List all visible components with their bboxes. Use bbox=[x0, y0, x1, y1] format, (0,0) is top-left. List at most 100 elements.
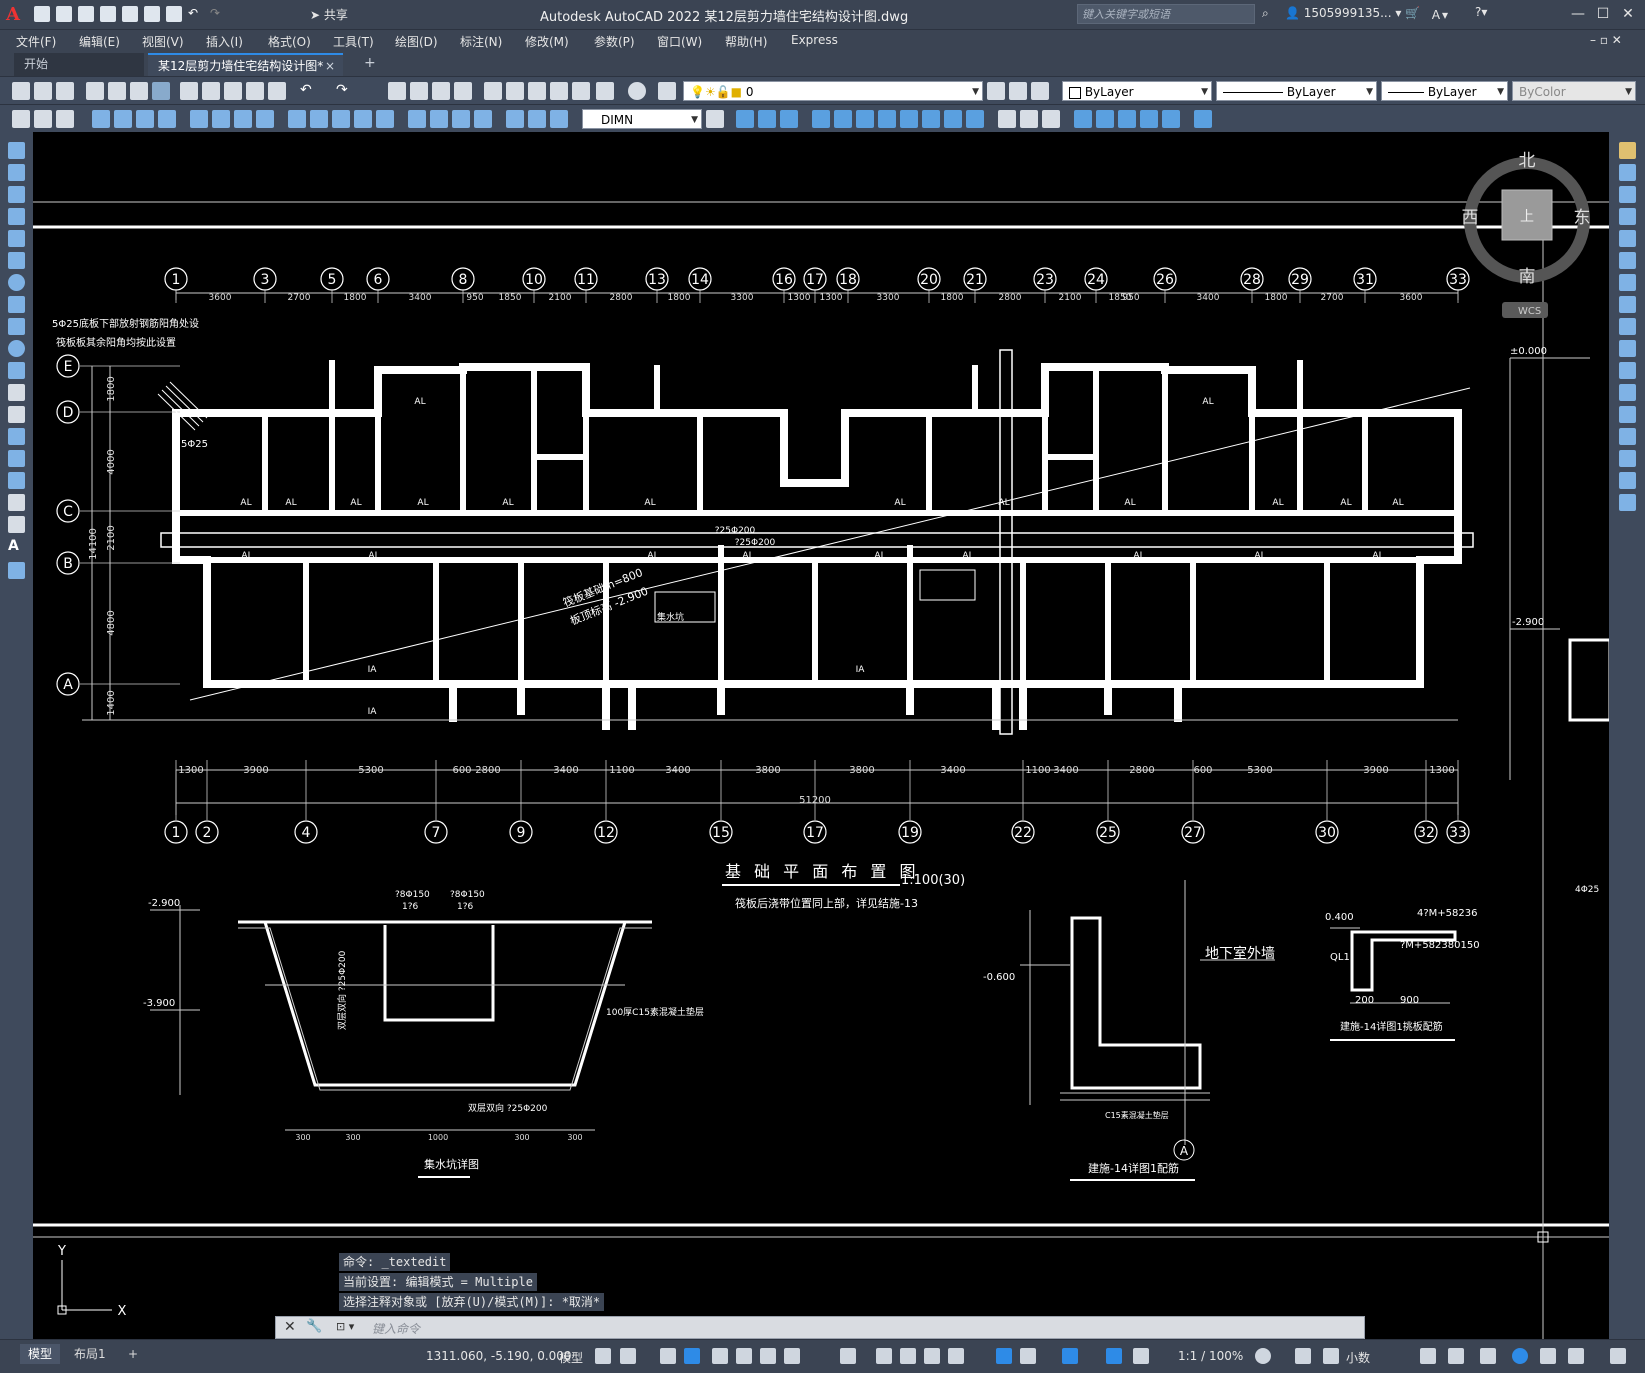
break-icon[interactable] bbox=[1619, 406, 1636, 423]
ordinate-dim-icon[interactable] bbox=[158, 110, 176, 128]
polar-tracking-icon[interactable] bbox=[736, 1348, 752, 1364]
block-editor-icon[interactable] bbox=[268, 82, 286, 100]
dim-style-manager-icon[interactable] bbox=[706, 110, 724, 128]
object-snap-tracking-icon[interactable] bbox=[784, 1348, 800, 1364]
tool-palettes-icon[interactable] bbox=[528, 82, 546, 100]
menu-modify[interactable]: 修改(M) bbox=[525, 33, 569, 50]
gradient-icon[interactable] bbox=[8, 472, 25, 489]
search-icon[interactable]: ⌕ bbox=[1262, 6, 1269, 21]
modify-lengthen-icon[interactable] bbox=[1118, 110, 1136, 128]
break-at-point-icon[interactable] bbox=[1619, 384, 1636, 401]
jogged-dim-icon[interactable] bbox=[212, 110, 230, 128]
save-icon[interactable] bbox=[78, 6, 94, 22]
clean-screen-icon[interactable] bbox=[1540, 1348, 1556, 1364]
annotation-monitor-icon[interactable] bbox=[1295, 1348, 1311, 1364]
3d-object-snap-icon[interactable] bbox=[948, 1348, 964, 1364]
make-block-icon[interactable] bbox=[8, 406, 25, 423]
isolate-objects-icon[interactable] bbox=[1480, 1348, 1496, 1364]
modify-offset-icon[interactable] bbox=[780, 110, 798, 128]
new-tab-button[interactable]: + bbox=[364, 55, 376, 71]
menu-insert[interactable]: 插入(I) bbox=[206, 33, 243, 50]
move-icon[interactable] bbox=[1619, 252, 1636, 269]
zoom-previous-icon[interactable] bbox=[454, 82, 472, 100]
layer-previous-icon[interactable] bbox=[1009, 82, 1027, 100]
search-input[interactable]: 键入关键字或短语 bbox=[1077, 4, 1255, 24]
quick-dim-icon[interactable] bbox=[288, 110, 306, 128]
cart-icon[interactable]: 🛒 bbox=[1405, 6, 1420, 20]
erase-icon[interactable] bbox=[1619, 142, 1636, 159]
print-icon[interactable] bbox=[166, 6, 182, 22]
viewcube-east[interactable]: 东 bbox=[1574, 208, 1591, 228]
modify-rotate-icon[interactable] bbox=[856, 110, 874, 128]
drawing-canvas[interactable]: 1 3 5 6 8 10 11 13 14 16 17 18 20 21 23 24 26 28 29 31 33 12… bbox=[33, 132, 1609, 1339]
menu-view[interactable]: 视图(V) bbox=[142, 33, 184, 50]
tab-close-icon[interactable]: × bbox=[325, 55, 335, 78]
plot-preview-icon[interactable] bbox=[108, 82, 126, 100]
insert-block-icon[interactable] bbox=[8, 384, 25, 401]
3d-dwf-icon[interactable] bbox=[152, 82, 170, 100]
layer-properties-icon[interactable] bbox=[658, 82, 676, 100]
lineweight-dropdown[interactable]: ByLayer ▼ bbox=[1381, 81, 1508, 101]
minimize-button[interactable]: — bbox=[1567, 4, 1589, 24]
plot-icon[interactable] bbox=[86, 82, 104, 100]
tab-model[interactable]: 模型 bbox=[20, 1344, 61, 1364]
workspace-gear-icon[interactable] bbox=[1255, 1348, 1271, 1364]
linetype-dropdown[interactable]: ByLayer ▼ bbox=[1216, 81, 1377, 101]
spline-icon[interactable] bbox=[8, 318, 25, 335]
paste-icon[interactable] bbox=[224, 82, 242, 100]
dim-style-icon[interactable] bbox=[12, 110, 30, 128]
publish-icon[interactable] bbox=[130, 82, 148, 100]
modify-hatch-edit-icon[interactable] bbox=[1194, 110, 1212, 128]
hardware-acceleration-icon[interactable] bbox=[1512, 1348, 1528, 1364]
color-dropdown[interactable]: ByLayer ▼ bbox=[1062, 81, 1212, 101]
open-web-icon[interactable] bbox=[122, 6, 138, 22]
viewcube-top[interactable]: 上 bbox=[1520, 209, 1534, 225]
viewcube-west[interactable]: 西 bbox=[1462, 208, 1479, 228]
tolerance-icon[interactable] bbox=[408, 110, 426, 128]
selection-filter-icon[interactable] bbox=[1020, 1348, 1036, 1364]
menu-help[interactable]: 帮助(H) bbox=[725, 33, 767, 50]
arc-icon[interactable] bbox=[8, 252, 25, 269]
pan-icon[interactable] bbox=[388, 82, 406, 100]
calculator-icon[interactable] bbox=[596, 82, 614, 100]
text-style-icon[interactable] bbox=[34, 110, 52, 128]
close-button[interactable]: ✕ bbox=[1617, 4, 1639, 24]
dimstyle-dropdown[interactable]: DIMN ▼ bbox=[582, 109, 702, 129]
modify-fillet-icon[interactable] bbox=[1042, 110, 1060, 128]
menu-window[interactable]: 窗口(W) bbox=[657, 33, 702, 50]
isometric-drafting-icon[interactable] bbox=[760, 1348, 776, 1364]
modify-mirror-icon[interactable] bbox=[758, 110, 776, 128]
modify-array-icon[interactable] bbox=[812, 110, 830, 128]
modify-chamfer-icon[interactable] bbox=[1020, 110, 1038, 128]
units-value[interactable]: 小数 bbox=[1346, 1349, 1370, 1366]
quick-properties-icon[interactable] bbox=[1420, 1348, 1436, 1364]
circle-icon[interactable] bbox=[8, 274, 25, 291]
join-icon[interactable] bbox=[1619, 428, 1636, 445]
ortho-mode-icon[interactable] bbox=[712, 1348, 728, 1364]
autocad-logo-icon[interactable]: A bbox=[6, 4, 26, 25]
share-button[interactable]: ➤ 共享 bbox=[310, 6, 348, 23]
command-input[interactable]: 键入命令 bbox=[372, 1320, 420, 1337]
save-as-icon[interactable] bbox=[100, 6, 116, 22]
aligned-dim-icon[interactable] bbox=[114, 110, 132, 128]
match-properties-icon[interactable] bbox=[246, 82, 264, 100]
offset-icon[interactable] bbox=[1619, 208, 1636, 225]
viewcube[interactable]: 北 南 东 西 上 WCS bbox=[1462, 151, 1591, 318]
revision-cloud-icon[interactable] bbox=[8, 296, 25, 313]
polygon-icon[interactable] bbox=[8, 208, 25, 225]
auto-scale-icon[interactable] bbox=[1133, 1348, 1149, 1364]
redo-icon[interactable]: ↷ bbox=[210, 6, 226, 22]
center-mark-icon[interactable] bbox=[430, 110, 448, 128]
lock-ui-icon[interactable] bbox=[1448, 1348, 1464, 1364]
menu-dimension[interactable]: 标注(N) bbox=[460, 33, 502, 50]
add-layout-button[interactable]: + bbox=[120, 1344, 146, 1364]
table-icon[interactable] bbox=[8, 516, 25, 533]
ellipse-arc-icon[interactable] bbox=[8, 362, 25, 379]
modify-copy-icon[interactable] bbox=[736, 110, 754, 128]
dim-break-icon[interactable] bbox=[376, 110, 394, 128]
add-selected-icon[interactable] bbox=[8, 562, 25, 579]
fillet-icon[interactable] bbox=[1619, 472, 1636, 489]
design-center-icon[interactable] bbox=[506, 82, 524, 100]
open-icon[interactable] bbox=[34, 82, 52, 100]
modify-break-icon[interactable] bbox=[966, 110, 984, 128]
